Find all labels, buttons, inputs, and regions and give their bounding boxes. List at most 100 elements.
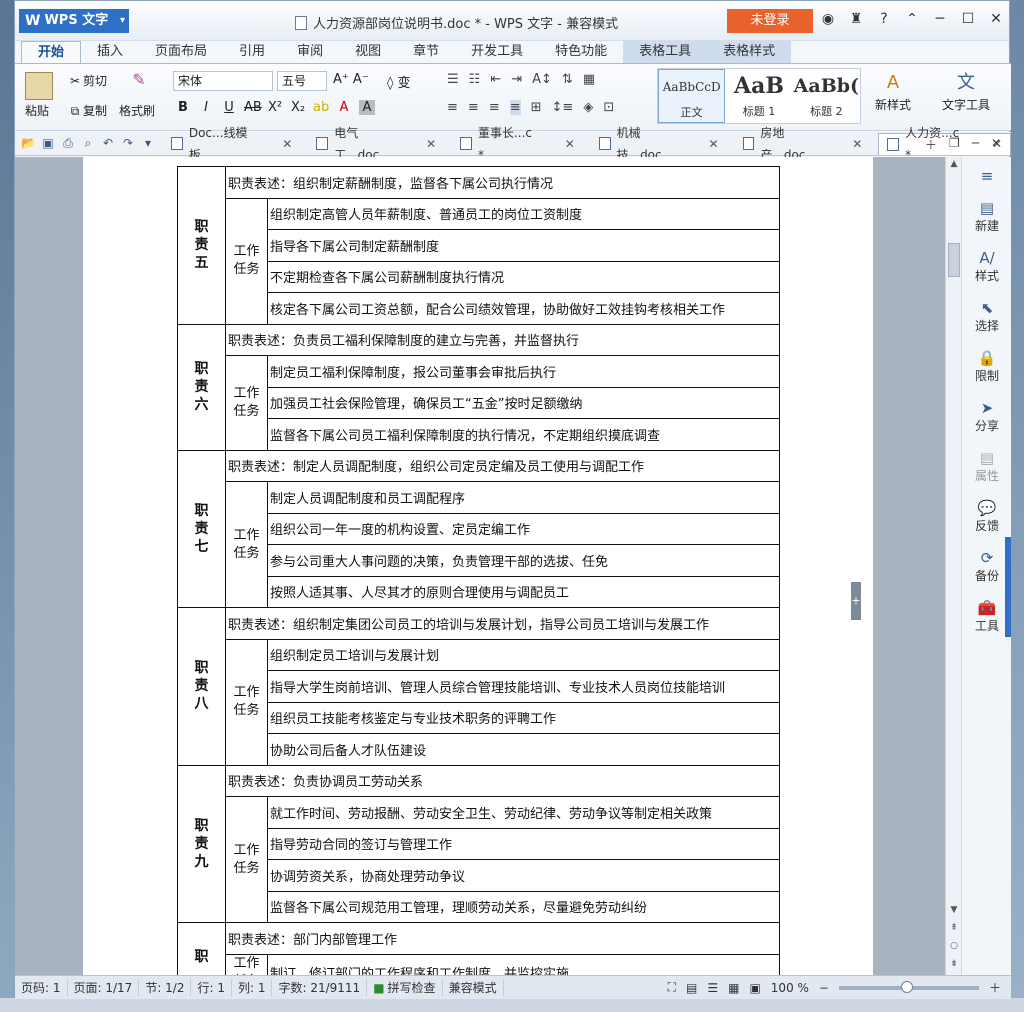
undo-icon[interactable]: ↶ bbox=[101, 136, 115, 151]
duty-description[interactable]: 职责表述：组织制定集团公司员工的培训与发展计划，指导公司员工培训与发展工作 bbox=[225, 607, 780, 640]
subscript-icon[interactable]: X₂ bbox=[290, 100, 306, 115]
side-menu-icon[interactable]: ≡ bbox=[962, 167, 1012, 185]
new-style-button[interactable]: A 新样式 bbox=[867, 70, 919, 113]
distribute-icon[interactable]: ⊞ bbox=[531, 100, 542, 115]
duty-description[interactable]: 职责表述：部门内部管理工作 bbox=[225, 922, 780, 955]
zoom-slider-knob[interactable] bbox=[900, 980, 913, 993]
print-preview-icon[interactable]: ⌕ bbox=[81, 136, 95, 151]
collapse-ribbon-icon[interactable]: ⌃ bbox=[904, 11, 920, 27]
page-view-icon[interactable]: ▤ bbox=[686, 981, 697, 995]
font-grow-icon[interactable]: A⁺ A⁻ bbox=[333, 72, 369, 87]
side-share[interactable]: ➤ 分享 bbox=[962, 399, 1012, 434]
close-tab-icon[interactable]: ✕ bbox=[426, 133, 436, 155]
web-view-icon[interactable]: ▦ bbox=[728, 981, 739, 995]
task-cell[interactable]: 指导劳动合同的签订与管理工作 bbox=[267, 827, 780, 860]
spell-check-toggle[interactable]: ■ 拼写检查 bbox=[367, 979, 443, 996]
tab-table-style[interactable]: 表格样式 bbox=[707, 41, 792, 63]
align-center-icon[interactable]: ≡ bbox=[468, 100, 479, 115]
duty-description[interactable]: 职责表述：制定人员调配制度，组织公司定员定编及员工使用与调配工作 bbox=[225, 449, 780, 482]
numbered-list-icon[interactable]: ☷ bbox=[469, 72, 481, 87]
side-style[interactable]: A/样式 bbox=[962, 249, 1012, 284]
task-cell[interactable]: 制订、修订部门的工作程序和工作制度，并监控实施 bbox=[267, 953, 780, 975]
tab-view[interactable]: 视图 bbox=[339, 41, 397, 63]
tab-chapter[interactable]: 章节 bbox=[397, 41, 455, 63]
bullet-list-icon[interactable]: ☰ bbox=[447, 72, 459, 87]
border-icon[interactable]: ⊡ bbox=[603, 100, 614, 115]
close-icon[interactable]: ✕ bbox=[988, 11, 1004, 27]
highlight-icon[interactable]: ab bbox=[313, 100, 329, 115]
duty-label[interactable]: 职责九 bbox=[177, 764, 226, 923]
side-select[interactable]: ⬉ 选择 bbox=[962, 299, 1012, 334]
close-tab-icon[interactable]: ✕ bbox=[282, 133, 292, 155]
work-task-label[interactable]: 工作任务 bbox=[225, 638, 268, 766]
paste-button[interactable]: 粘贴 bbox=[25, 102, 49, 119]
task-cell[interactable]: 指导各下属公司制定薪酬制度 bbox=[267, 229, 780, 262]
doc-tab-2[interactable]: 电气工...doc ✕ bbox=[308, 126, 444, 162]
select-browse-icon[interactable]: ○ bbox=[946, 941, 962, 951]
duty-description[interactable]: 职责表述：组织制定薪酬制度，监督各下属公司执行情况 bbox=[225, 166, 780, 199]
tab-insert[interactable]: 插入 bbox=[81, 41, 139, 63]
customize-icon[interactable]: ▾ bbox=[141, 136, 155, 151]
tab-home[interactable]: 开始 bbox=[21, 41, 82, 63]
increase-indent-icon[interactable]: ⇥ bbox=[511, 72, 522, 87]
align-right-icon[interactable]: ≡ bbox=[489, 100, 500, 115]
pane-edge-handle[interactable] bbox=[1005, 537, 1011, 637]
close-tab-icon[interactable]: ✕ bbox=[709, 133, 719, 155]
outline-view-icon[interactable]: ☰ bbox=[707, 981, 718, 995]
duty-description[interactable]: 职责表述：负责员工福利保障制度的建立与完善，并监督执行 bbox=[225, 323, 780, 356]
duty-label[interactable]: 职责八 bbox=[177, 607, 226, 766]
font-size-select[interactable]: 五号 bbox=[277, 71, 327, 91]
help-icon[interactable]: ? bbox=[876, 11, 892, 27]
close-tab-icon[interactable]: ✕ bbox=[565, 133, 575, 155]
prev-page-icon[interactable]: ⇞ bbox=[946, 923, 962, 933]
scrollbar-thumb[interactable] bbox=[948, 243, 960, 277]
align-justify-icon[interactable]: ≡ bbox=[509, 100, 521, 115]
status-pages[interactable]: 页面: 1/17 bbox=[68, 979, 140, 996]
doc-tab-3[interactable]: 董事长...c * ✕ bbox=[452, 126, 583, 162]
zoom-level[interactable]: 100 % bbox=[771, 981, 809, 995]
tab-minimize-icon[interactable]: ─ bbox=[972, 136, 979, 153]
status-words[interactable]: 字数: 21/9111 bbox=[272, 979, 368, 996]
save-icon[interactable]: ▣ bbox=[41, 136, 55, 151]
maximize-icon[interactable]: ☐ bbox=[960, 11, 976, 27]
work-task-label[interactable]: 工作任务 bbox=[225, 355, 268, 451]
task-cell[interactable]: 监督各下属公司规范用工管理，理顺劳动关系，尽量避免劳动纠纷 bbox=[267, 890, 780, 923]
tab-close-icon[interactable]: ✕ bbox=[991, 136, 1001, 153]
bold-icon[interactable]: B bbox=[175, 100, 191, 115]
reading-view-icon[interactable]: ▣ bbox=[749, 981, 760, 995]
table-expand-handle[interactable]: + bbox=[851, 582, 861, 620]
copy-button[interactable]: ⧉ 复制 bbox=[67, 102, 107, 119]
task-cell[interactable]: 协调劳资关系，协商处理劳动争议 bbox=[267, 859, 780, 892]
underline-icon[interactable]: U bbox=[221, 100, 237, 115]
duty-label[interactable]: 职责七 bbox=[177, 449, 226, 608]
app-menu-button[interactable]: W WPS 文字 ▾ bbox=[19, 9, 129, 33]
print-icon[interactable]: ⎙ bbox=[61, 136, 75, 151]
minimize-icon[interactable]: ─ bbox=[932, 11, 948, 27]
close-tab-icon[interactable]: ✕ bbox=[852, 133, 862, 155]
zoom-out-icon[interactable]: − bbox=[819, 981, 829, 995]
shading-icon[interactable]: ◈ bbox=[583, 100, 593, 115]
task-cell[interactable]: 不定期检查各下属公司薪酬制度执行情况 bbox=[267, 260, 780, 293]
task-cell[interactable]: 组织公司一年一度的机构设置、定员定编工作 bbox=[267, 512, 780, 545]
task-cell[interactable]: 就工作时间、劳动报酬、劳动安全卫生、劳动纪律、劳动争议等制定相关政策 bbox=[267, 796, 780, 829]
task-cell[interactable]: 指导大学生岗前培训、管理人员综合管理技能培训、专业技术人员岗位技能培训 bbox=[267, 670, 780, 703]
zoom-slider[interactable] bbox=[838, 980, 979, 993]
work-task-label[interactable]: 工作任务 bbox=[225, 796, 268, 923]
login-button[interactable]: 未登录 bbox=[727, 9, 813, 33]
zoom-in-icon[interactable]: ＋ bbox=[989, 979, 1001, 996]
paste-icon[interactable] bbox=[25, 72, 53, 100]
align-left-icon[interactable]: ≡ bbox=[447, 100, 458, 115]
duty-label[interactable]: 职 bbox=[177, 922, 226, 975]
task-cell[interactable]: 组织员工技能考核鉴定与专业技术职务的评聘工作 bbox=[267, 701, 780, 734]
side-properties[interactable]: ▤ 属性 bbox=[962, 449, 1012, 484]
tab-review[interactable]: 审阅 bbox=[281, 41, 339, 63]
side-new[interactable]: ▤ 新建 bbox=[962, 199, 1012, 234]
open-icon[interactable]: 📂 bbox=[21, 136, 36, 151]
format-painter-button[interactable]: 格式刷 bbox=[119, 102, 155, 119]
side-restrict[interactable]: 🔒 限制 bbox=[962, 349, 1012, 384]
shirt-icon[interactable]: ♜ bbox=[848, 11, 864, 27]
scroll-up-icon[interactable]: ▲ bbox=[946, 159, 962, 169]
tab-features[interactable]: 特色功能 bbox=[539, 41, 623, 63]
task-cell[interactable]: 监督各下属公司员工福利保障制度的执行情况，不定期组织摸底调查 bbox=[267, 418, 780, 451]
new-tab-icon[interactable]: ＋ bbox=[925, 136, 937, 153]
